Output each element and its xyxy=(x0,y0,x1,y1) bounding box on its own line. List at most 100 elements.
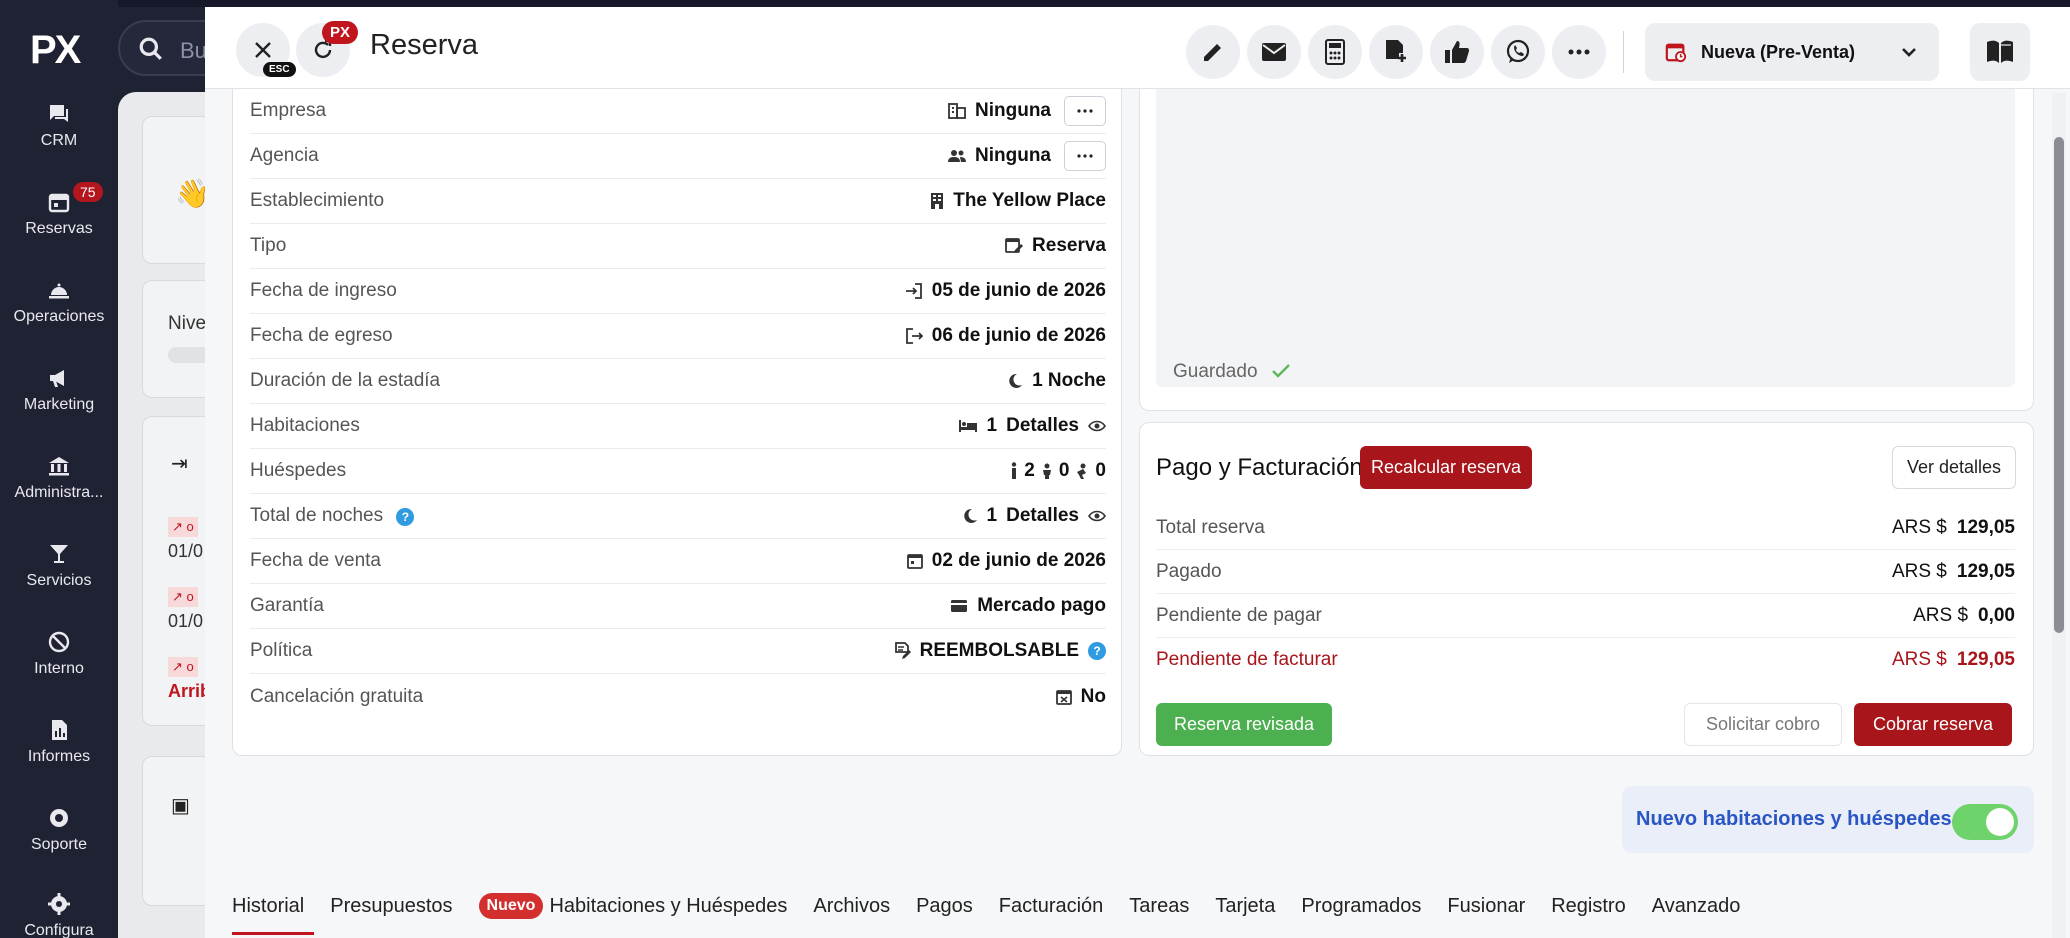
edit-button[interactable] xyxy=(1186,25,1240,79)
sidebar-item-administracion[interactable]: Administra... xyxy=(0,454,118,502)
sidebar-item-marketing[interactable]: Marketing xyxy=(0,366,118,414)
detail-label: Garantía xyxy=(250,595,324,616)
tab-presupuestos[interactable]: Presupuestos xyxy=(330,877,452,935)
calendar-icon: ▣ xyxy=(171,795,190,817)
detail-row-fecha-egreso: Fecha de egreso 06 de junio de 2026 xyxy=(250,314,1106,359)
more-button[interactable] xyxy=(1552,25,1606,79)
login-icon xyxy=(905,283,922,299)
eye-icon[interactable] xyxy=(1088,420,1106,432)
detail-value: 1 xyxy=(986,415,998,436)
scrollbar-thumb[interactable] xyxy=(2054,137,2064,633)
amount: 0,00 xyxy=(1978,604,2015,626)
tab-habitaciones-huespedes[interactable]: Nuevo Habitaciones y Huéspedes xyxy=(478,877,788,935)
sidebar-item-informes[interactable]: Informes xyxy=(0,718,118,766)
detail-label: Tipo xyxy=(250,235,287,256)
empresa-menu-button[interactable] xyxy=(1064,96,1106,126)
tab-archivos[interactable]: Archivos xyxy=(813,877,890,935)
reviewed-button[interactable]: Reserva revisada xyxy=(1156,703,1332,746)
moon-icon xyxy=(963,508,977,523)
search-icon xyxy=(139,37,162,60)
sidebar-item-reservas[interactable]: Reservas 75 xyxy=(0,182,118,238)
detail-row-establecimiento: Establecimiento The Yellow Place xyxy=(250,179,1106,224)
detail-label: Política xyxy=(250,640,313,661)
sidebar-item-servicios[interactable]: Servicios xyxy=(0,542,118,590)
esc-hint: ESC xyxy=(263,62,296,77)
add-document-button[interactable] xyxy=(1369,25,1423,79)
view-details-button[interactable]: Ver detalles xyxy=(1892,446,2016,489)
rooms-details-link[interactable]: Detalles xyxy=(1006,415,1079,437)
tab-historial[interactable]: Historial xyxy=(232,877,315,935)
building-icon xyxy=(931,193,944,209)
pencil-icon xyxy=(1204,44,1221,61)
notes-editor[interactable] xyxy=(1156,89,2015,387)
cocktail-icon xyxy=(50,545,68,563)
tab-programados[interactable]: Programados xyxy=(1301,877,1421,935)
calculator-button[interactable] xyxy=(1308,25,1362,79)
nights-details-link[interactable]: Detalles xyxy=(1006,505,1079,527)
billing-row-pendiente-pagar: Pendiente de pagar ARS $ 0,00 xyxy=(1156,594,2015,638)
tab-fusionar[interactable]: Fusionar xyxy=(1447,877,1525,935)
modal-scrollbar[interactable] xyxy=(2052,93,2066,938)
detail-row-total-noches: Total de noches ? 1 Detalles xyxy=(250,494,1106,539)
open-book-button[interactable] xyxy=(1970,23,2030,81)
email-button[interactable] xyxy=(1247,25,1301,79)
more-icon xyxy=(1077,154,1093,158)
tab-pagos[interactable]: Pagos xyxy=(916,877,973,935)
people-icon xyxy=(948,150,966,162)
moon-icon xyxy=(1009,373,1023,388)
whatsapp-button[interactable] xyxy=(1491,25,1545,79)
new-badge: Nuevo xyxy=(478,893,544,919)
toggle-knob xyxy=(1986,808,2014,836)
help-icon[interactable]: ? xyxy=(1088,642,1106,660)
sidebar-item-soporte[interactable]: Soporte xyxy=(0,806,118,854)
request-payment-button[interactable]: Solicitar cobro xyxy=(1684,703,1842,746)
detail-label: Establecimiento xyxy=(250,190,385,211)
sidebar-item-label: Interno xyxy=(34,660,84,677)
tab-registro[interactable]: Registro xyxy=(1551,877,1625,935)
logout-icon xyxy=(905,328,923,344)
currency: ARS $ xyxy=(1913,604,1969,626)
detail-label: Cancelación gratuita xyxy=(250,685,424,707)
sidebar-item-label: Operaciones xyxy=(13,308,105,325)
billing-label: Pendiente de pagar xyxy=(1156,604,1322,626)
reservas-count-badge: 75 xyxy=(73,182,103,202)
status-select[interactable]: Nueva (Pre-Venta) xyxy=(1645,23,1939,81)
billing-row-pagado: Pagado ARS $ 129,05 xyxy=(1156,550,2015,594)
modal-title: Reserva xyxy=(370,29,478,61)
sidebar-item-interno[interactable]: Interno xyxy=(0,630,118,678)
sidebar-item-label: Servicios xyxy=(26,572,92,589)
amount: 129,05 xyxy=(1956,560,2015,582)
tab-facturacion[interactable]: Facturación xyxy=(999,877,1104,935)
modal-header: ESC PX Reserva Nueva (Pre-Venta) xyxy=(205,7,2070,89)
billing-label: Pagado xyxy=(1156,560,1222,582)
approve-button[interactable] xyxy=(1430,25,1484,79)
adults-count: 2 xyxy=(1024,460,1035,481)
detail-row-empresa: Empresa Ninguna xyxy=(250,89,1106,134)
tab-avanzado[interactable]: Avanzado xyxy=(1652,877,1741,935)
agencia-menu-button[interactable] xyxy=(1064,141,1106,171)
tab-label: Habitaciones y Huéspedes xyxy=(549,894,788,917)
calendar-icon xyxy=(906,554,923,569)
help-icon[interactable]: ? xyxy=(396,508,415,526)
charge-button[interactable]: Cobrar reserva xyxy=(1854,703,2012,746)
tab-tarjeta[interactable]: Tarjeta xyxy=(1215,877,1275,935)
mail-icon xyxy=(1262,43,1286,61)
sidebar-item-crm[interactable]: CRM xyxy=(0,102,118,150)
eye-icon[interactable] xyxy=(1088,510,1106,522)
detail-value: Ninguna xyxy=(975,145,1051,166)
new-rooms-toggle[interactable] xyxy=(1952,804,2018,840)
detail-value: 06 de junio de 2026 xyxy=(931,325,1106,346)
amount: 129,05 xyxy=(1956,516,2015,538)
billing-card: Pago y Facturación Recalcular reserva Ve… xyxy=(1139,422,2034,756)
detail-row-fecha-venta: Fecha de venta 02 de junio de 2026 xyxy=(250,539,1106,584)
detail-value: 05 de junio de 2026 xyxy=(931,280,1106,301)
sidebar-item-configuracion[interactable]: Configura xyxy=(0,892,118,938)
tab-tareas[interactable]: Tareas xyxy=(1129,877,1189,935)
sidebar-item-operaciones[interactable]: Operaciones xyxy=(0,278,118,326)
recalculate-button[interactable]: Recalcular reserva xyxy=(1360,446,1532,489)
check-icon xyxy=(1271,364,1290,378)
sidebar-item-label: Soporte xyxy=(30,836,88,853)
infant-icon xyxy=(1077,463,1087,479)
calculator-icon xyxy=(1325,39,1345,65)
detail-row-tipo: Tipo Reserva xyxy=(250,224,1106,269)
